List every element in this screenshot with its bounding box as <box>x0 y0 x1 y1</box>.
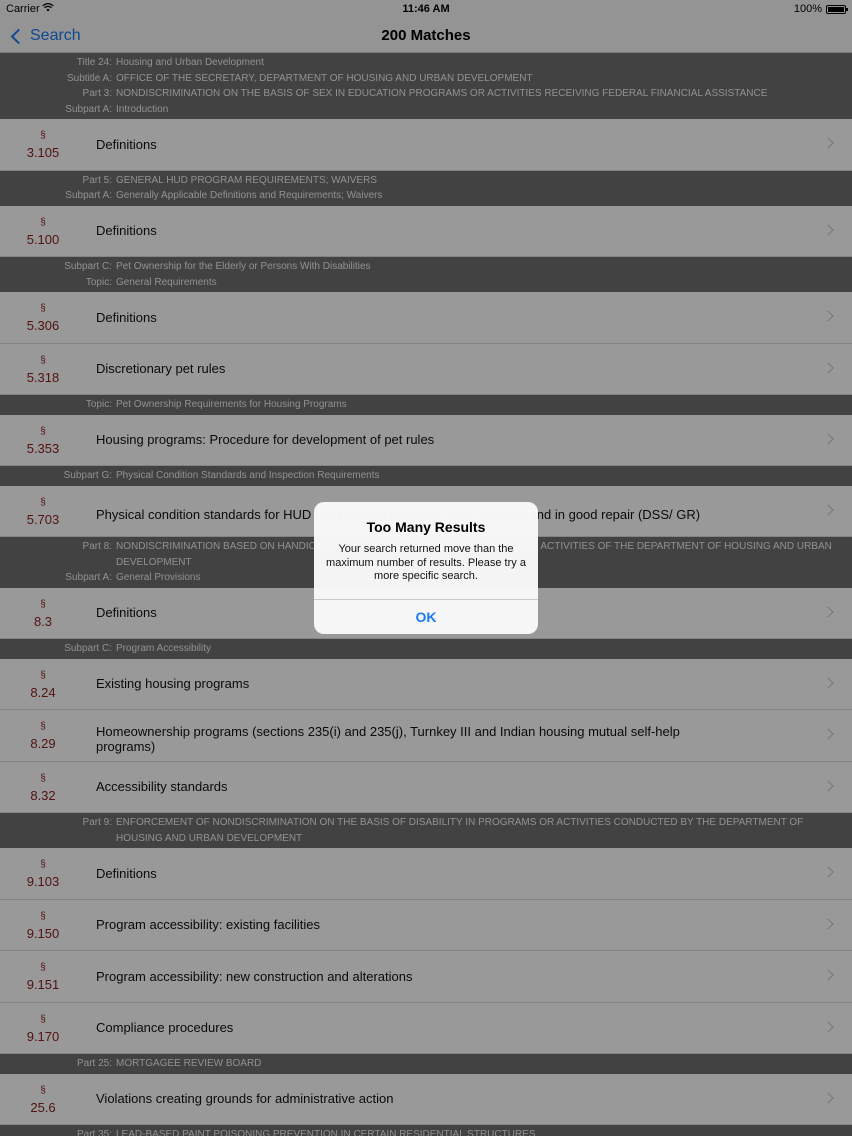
alert-message: Your search returned move than the maxim… <box>326 543 526 582</box>
too-many-results-alert: Too Many Results Your search returned mo… <box>314 502 538 634</box>
alert-title: Too Many Results <box>366 519 486 535</box>
ok-button[interactable]: OK <box>314 600 538 634</box>
